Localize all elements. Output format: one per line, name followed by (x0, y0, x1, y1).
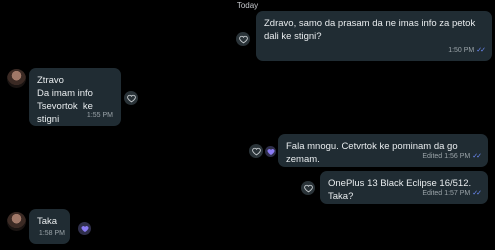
react-button[interactable] (301, 181, 315, 195)
double-check-icon: ✓✓ (476, 47, 486, 54)
message-time: 1:55 PM (86, 112, 113, 119)
message-bubble-outgoing[interactable]: Zdravo, samo da prasam da ne imas info z… (256, 11, 492, 61)
avatar[interactable] (7, 69, 26, 88)
heart-outline-icon (126, 94, 136, 102)
message-bubble-outgoing[interactable]: Fala mnogu. Cetvrtok ke pominam da go ze… (278, 134, 488, 167)
message-bubble-incoming[interactable]: Taka 1:58 PM (29, 209, 70, 244)
heart-filled-icon (81, 225, 88, 232)
message-text: Zdravo, samo da prasam da ne imas info z… (264, 18, 478, 42)
message-meta: 1:58 PM (39, 227, 65, 240)
message-time: 1:58 PM (38, 230, 65, 237)
heart-outline-icon (251, 147, 261, 155)
reaction-badge[interactable] (265, 146, 276, 157)
edited-label: Edited (422, 153, 443, 160)
message-bubble-outgoing[interactable]: OnePlus 13 Black Eclipse 16/512. Taka? E… (320, 171, 488, 204)
react-button[interactable] (236, 32, 250, 46)
heart-outline-icon (303, 184, 313, 192)
react-button[interactable] (249, 144, 263, 158)
double-check-icon: ✓✓ (472, 153, 482, 160)
message-time: 1:50 PM (448, 47, 475, 54)
message-meta: 1:55 PM (87, 109, 113, 122)
double-check-icon: ✓✓ (472, 190, 482, 197)
avatar[interactable] (7, 212, 26, 231)
date-separator: Today (236, 1, 259, 10)
message-time: 1:57 PM (444, 190, 471, 197)
message-meta: 1:50 PM ✓✓ (448, 44, 486, 57)
heart-outline-icon (238, 35, 248, 43)
message-meta: Edited 1:57 PM ✓✓ (422, 187, 482, 200)
react-button[interactable] (124, 91, 138, 105)
edited-label: Edited (422, 190, 443, 197)
reaction-badge[interactable] (78, 222, 91, 235)
heart-filled-icon (267, 148, 274, 155)
message-meta: Edited 1:56 PM ✓✓ (422, 150, 482, 163)
message-bubble-incoming[interactable]: Ztravo Da imam info Tsevortok ke stigni … (29, 68, 121, 126)
message-time: 1:56 PM (444, 153, 471, 160)
